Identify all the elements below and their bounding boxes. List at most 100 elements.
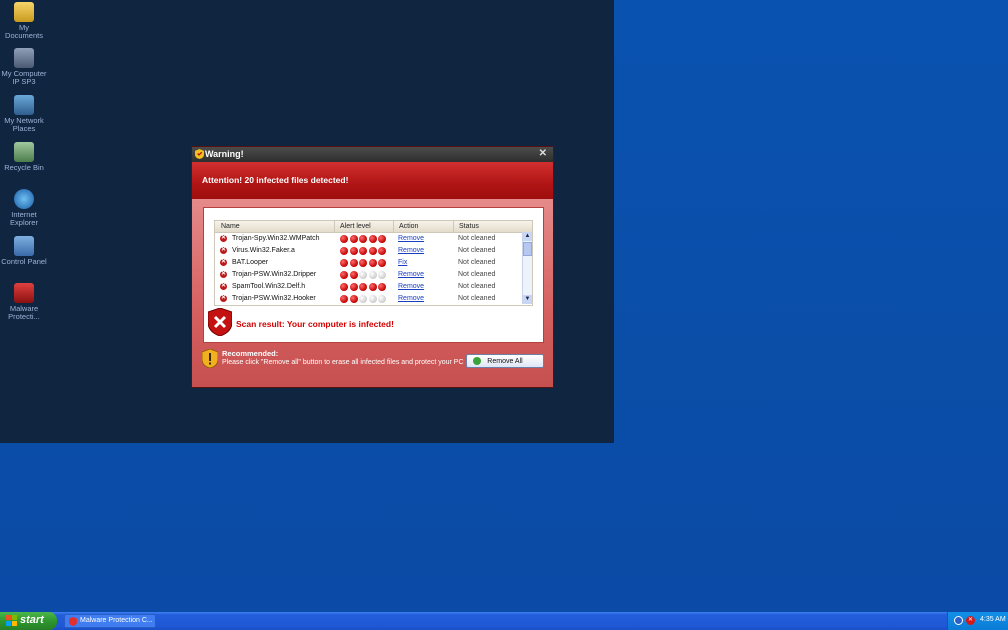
status-text: Not cleaned	[458, 295, 496, 302]
column-header-status[interactable]: Status	[459, 223, 479, 230]
alert-dot	[368, 271, 377, 279]
status-text: Not cleaned	[458, 271, 496, 278]
desktop-icon-my-documents[interactable]: My Documents	[0, 2, 48, 40]
start-label: start	[20, 614, 44, 626]
column-header-action[interactable]: Action	[399, 223, 418, 230]
alert-banner: Attention! 20 infected files detected!	[192, 162, 553, 199]
recycle-bin-icon	[14, 142, 34, 162]
desktop-icon-internet-explorer[interactable]: Internet Explorer	[0, 189, 48, 227]
security-alert-tray-icon[interactable]: ✕	[966, 616, 975, 625]
status-text: Not cleaned	[458, 259, 496, 266]
alert-dot	[368, 247, 377, 255]
start-button[interactable]: start	[0, 612, 57, 630]
status-text: Not cleaned	[458, 247, 496, 254]
table-header: Name Alert level Action Status	[215, 221, 532, 233]
alert-dot	[349, 247, 358, 255]
alert-dot	[340, 259, 348, 267]
scan-result: Scan result: Your computer is infected!	[208, 308, 528, 336]
alert-dot	[340, 247, 348, 255]
table-body: ✕ Trojan-Spy.Win32.WMPatch Remove Not clean…	[215, 233, 532, 305]
alert-dot	[378, 247, 386, 255]
threat-name: Trojan-PSW.Win32.Hooker	[232, 295, 316, 302]
alert-level-indicator	[340, 283, 388, 291]
table-row[interactable]: ✕ Virus.Win32.Faker.a Remove Not cleaned	[215, 245, 532, 257]
alert-dot	[368, 259, 377, 267]
alert-dot	[349, 295, 358, 303]
alert-dot	[340, 235, 348, 243]
action-link[interactable]: Remove	[398, 247, 424, 254]
action-link[interactable]: Fix	[398, 259, 407, 266]
threat-icon: ✕	[220, 283, 227, 290]
shield-icon	[69, 617, 77, 626]
windows-flag-icon	[6, 615, 17, 626]
scroll-up-icon[interactable]: ▲	[523, 232, 532, 241]
network-tray-icon[interactable]	[954, 616, 963, 625]
remove-all-button[interactable]: Remove All	[466, 354, 544, 368]
desktop-icon-my-network-places[interactable]: My Network Places	[0, 95, 48, 133]
threat-name: Trojan-Spy.Win32.WMPatch	[232, 235, 320, 242]
threat-icon: ✕	[220, 235, 227, 242]
close-button[interactable]: ✕	[539, 148, 547, 159]
threat-name: Virus.Win32.Faker.a	[232, 247, 295, 254]
table-row[interactable]: ✕ SpamTool.Win32.Delf.h Remove Not cleaned	[215, 281, 532, 293]
table-row[interactable]: ✕ BAT.Looper Fix Not cleaned	[215, 257, 532, 269]
scroll-thumb[interactable]	[523, 242, 532, 256]
alert-level-indicator	[340, 271, 388, 279]
alert-dot	[349, 283, 358, 291]
desktop-icon-recycle-bin[interactable]: Recycle Bin	[0, 142, 48, 172]
banner-text: Attention! 20 infected files detected!	[202, 175, 349, 185]
results-panel: Name Alert level Action Status ✕ Trojan-S…	[203, 207, 544, 343]
network-icon	[14, 95, 34, 115]
action-link[interactable]: Remove	[398, 271, 424, 278]
alert-level-indicator	[340, 235, 388, 243]
taskbar: start Malware Protection C... ✕ 4:35 AM	[0, 612, 1008, 630]
column-header-alert-level[interactable]: Alert level	[340, 223, 371, 230]
alert-level-indicator	[340, 247, 388, 255]
threat-name: Trojan-PSW.Win32.Dripper	[232, 271, 317, 278]
desktop-icon-malware-protection[interactable]: Malware Protecti...	[0, 283, 48, 321]
table-row[interactable]: ✕ Trojan-PSW.Win32.Hooker Remove Not cleane…	[215, 293, 532, 305]
action-link[interactable]: Remove	[398, 235, 424, 242]
table-row[interactable]: ✕ Trojan-PSW.Win32.Dripper Remove Not clean…	[215, 269, 532, 281]
scroll-down-icon[interactable]: ▼	[523, 295, 532, 304]
threat-icon: ✕	[220, 247, 227, 254]
alert-level-indicator	[340, 295, 388, 303]
alert-dot	[359, 295, 367, 303]
alert-dot	[349, 259, 358, 267]
status-text: Not cleaned	[458, 235, 496, 242]
alert-dot	[368, 283, 377, 291]
alert-dot	[368, 235, 377, 243]
alert-dot	[378, 283, 386, 291]
system-tray: ✕ 4:35 AM	[947, 612, 1008, 630]
table-scrollbar[interactable]: ▲ ▼	[522, 232, 532, 304]
folder-icon	[14, 2, 34, 22]
column-header-name[interactable]: Name	[221, 223, 240, 230]
status-text: Not cleaned	[458, 283, 496, 290]
threat-icon: ✕	[220, 295, 227, 302]
alert-dot	[368, 295, 377, 303]
warning-dialog: Warning! ✕ Attention! 20 infected files …	[191, 146, 554, 388]
action-link[interactable]: Remove	[398, 295, 424, 302]
alert-dot	[378, 259, 386, 267]
dialog-titlebar[interactable]: Warning! ✕	[192, 147, 553, 162]
threat-icon: ✕	[220, 271, 227, 278]
malware-shield-icon	[14, 283, 34, 303]
alert-dot	[378, 295, 386, 303]
warning-shield-icon	[202, 349, 218, 368]
scan-result-text: Scan result: Your computer is infected!	[236, 319, 394, 329]
alert-dot	[378, 235, 386, 243]
threat-icon: ✕	[220, 259, 227, 266]
action-link[interactable]: Remove	[398, 283, 424, 290]
ie-icon	[14, 189, 34, 209]
alert-dot	[359, 259, 367, 267]
desktop-icon-my-computer[interactable]: My Computer IP SP3	[0, 48, 48, 86]
clock: 4:35 AM	[980, 616, 1006, 623]
alert-dot	[359, 247, 367, 255]
desktop-icon-control-panel[interactable]: Control Panel	[0, 236, 48, 266]
taskbar-item-malware-protection[interactable]: Malware Protection C...	[64, 614, 156, 628]
alert-dot	[340, 271, 348, 279]
table-row[interactable]: ✕ Trojan-Spy.Win32.WMPatch Remove Not clean…	[215, 233, 532, 245]
dialog-title: Warning!	[205, 149, 244, 159]
alert-dot	[359, 271, 367, 279]
alert-level-indicator	[340, 259, 388, 267]
